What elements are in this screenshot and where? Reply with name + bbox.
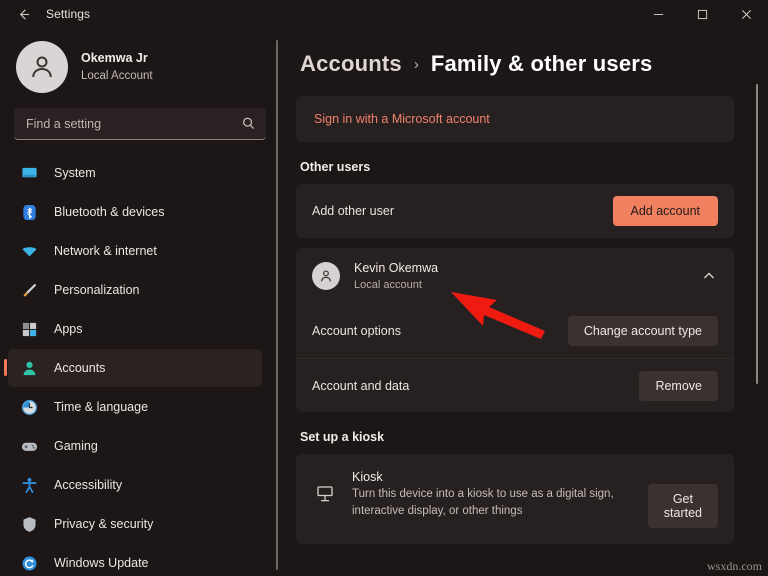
title-bar: Settings <box>0 0 768 28</box>
sidebar-item-system[interactable]: System <box>8 154 262 192</box>
sign-in-microsoft-link[interactable]: Sign in with a Microsoft account <box>314 112 490 126</box>
sidebar-item-label: Windows Update <box>54 556 149 570</box>
window-body: Okemwa Jr Local Account System <box>0 28 768 576</box>
user-profile[interactable]: Okemwa Jr Local Account <box>0 28 282 94</box>
main-inner: Accounts › Family & other users Sign in … <box>282 28 768 544</box>
add-other-user-label: Add other user <box>312 204 394 218</box>
profile-text: Okemwa Jr Local Account <box>81 50 153 83</box>
wifi-icon <box>20 242 38 260</box>
profile-name: Okemwa Jr <box>81 50 153 66</box>
sidebar-item-bluetooth-devices[interactable]: Bluetooth & devices <box>8 193 262 231</box>
kiosk-icon <box>312 470 338 504</box>
add-account-button[interactable]: Add account <box>613 196 719 226</box>
monitor-icon <box>20 164 38 182</box>
sidebar-item-label: Time & language <box>54 400 148 414</box>
other-users-heading: Other users <box>300 160 734 174</box>
kiosk-description: Turn this device into a kiosk to use as … <box>352 486 648 521</box>
maximize-icon <box>697 9 708 20</box>
minimize-button[interactable] <box>636 0 680 28</box>
user-account-card: Kevin Okemwa Local account Account optio… <box>296 248 734 412</box>
search-icon <box>241 116 256 131</box>
avatar <box>312 262 340 290</box>
kiosk-card: Kiosk Turn this device into a kiosk to u… <box>296 454 734 544</box>
search-container <box>0 94 282 140</box>
get-started-button[interactable]: Get started <box>648 484 718 528</box>
sidebar-scrollbar-thumb[interactable] <box>276 40 278 570</box>
sidebar-item-time-language[interactable]: Time & language <box>8 388 262 426</box>
add-other-user-card: Add other user Add account <box>296 184 734 238</box>
sidebar-item-label: Bluetooth & devices <box>54 205 165 219</box>
close-button[interactable] <box>724 0 768 28</box>
avatar <box>16 41 68 93</box>
app-title: Settings <box>46 7 90 21</box>
person-icon <box>27 52 57 82</box>
account-name: Kevin Okemwa <box>354 260 438 277</box>
window-controls <box>636 0 768 28</box>
account-and-data-label: Account and data <box>312 379 409 393</box>
sidebar-item-personalization[interactable]: Personalization <box>8 271 262 309</box>
sidebar-item-gaming[interactable]: Gaming <box>8 427 262 465</box>
sidebar-item-windows-update[interactable]: Windows Update <box>8 544 262 576</box>
profile-account-type: Local Account <box>81 69 153 84</box>
chevron-right-icon: › <box>414 56 419 73</box>
account-type: Local account <box>354 278 438 293</box>
sidebar-item-label: Privacy & security <box>54 517 153 531</box>
back-button[interactable] <box>6 1 40 27</box>
clock-icon <box>20 398 38 416</box>
person-icon <box>318 268 334 284</box>
sidebar-scrollbar[interactable] <box>276 40 278 570</box>
apps-icon <box>20 320 38 338</box>
maximize-button[interactable] <box>680 0 724 28</box>
bluetooth-icon <box>20 203 38 221</box>
change-account-type-button[interactable]: Change account type <box>568 316 718 346</box>
search-input[interactable] <box>26 117 241 131</box>
sidebar-item-privacy-security[interactable]: Privacy & security <box>8 505 262 543</box>
sidebar-item-label: Apps <box>54 322 83 336</box>
breadcrumb: Accounts › Family & other users <box>296 42 734 86</box>
kiosk-text: Kiosk Turn this device into a kiosk to u… <box>352 470 648 521</box>
sidebar-item-label: System <box>54 166 96 180</box>
sidebar-item-label: Personalization <box>54 283 139 297</box>
chevron-up-icon[interactable] <box>700 267 718 285</box>
kiosk-title: Kiosk <box>352 470 648 484</box>
account-header-row[interactable]: Kevin Okemwa Local account <box>296 248 734 304</box>
sidebar-item-accessibility[interactable]: Accessibility <box>8 466 262 504</box>
sidebar-item-accounts[interactable]: Accounts <box>8 349 262 387</box>
sidebar-item-label: Gaming <box>54 439 98 453</box>
sidebar-item-network-internet[interactable]: Network & internet <box>8 232 262 270</box>
add-other-user-row: Add other user Add account <box>296 184 734 238</box>
accounts-icon <box>20 359 38 377</box>
paintbrush-icon <box>20 281 38 299</box>
breadcrumb-parent[interactable]: Accounts <box>300 51 402 77</box>
kiosk-heading: Set up a kiosk <box>300 430 734 444</box>
kiosk-button-wrap: Get started <box>648 470 718 528</box>
main-scrollbar[interactable] <box>756 84 758 384</box>
account-options-row: Account options Change account type <box>296 304 734 358</box>
watermark: wsxdn.com <box>707 559 762 574</box>
main-content: Accounts › Family & other users Sign in … <box>282 28 768 576</box>
settings-window: Settings O <box>0 0 768 576</box>
remove-account-button[interactable]: Remove <box>639 371 718 401</box>
account-options-label: Account options <box>312 324 401 338</box>
update-icon <box>20 554 38 572</box>
sidebar-item-label: Network & internet <box>54 244 157 258</box>
microsoft-account-banner[interactable]: Sign in with a Microsoft account <box>296 96 734 142</box>
close-icon <box>741 9 752 20</box>
gamepad-icon <box>20 437 38 455</box>
sidebar-nav: System Bluetooth & devices Network & int… <box>0 154 282 576</box>
sidebar: Okemwa Jr Local Account System <box>0 28 282 576</box>
account-text: Kevin Okemwa Local account <box>354 260 438 293</box>
sidebar-item-apps[interactable]: Apps <box>8 310 262 348</box>
search-box[interactable] <box>14 108 266 140</box>
accessibility-icon <box>20 476 38 494</box>
sidebar-item-label: Accounts <box>54 361 105 375</box>
minimize-icon <box>653 9 664 20</box>
kiosk-row: Kiosk Turn this device into a kiosk to u… <box>296 454 734 544</box>
page-title: Family & other users <box>431 51 653 77</box>
sidebar-item-label: Accessibility <box>54 478 122 492</box>
back-arrow-icon <box>16 7 31 22</box>
shield-icon <box>20 515 38 533</box>
account-and-data-row: Account and data Remove <box>296 358 734 412</box>
